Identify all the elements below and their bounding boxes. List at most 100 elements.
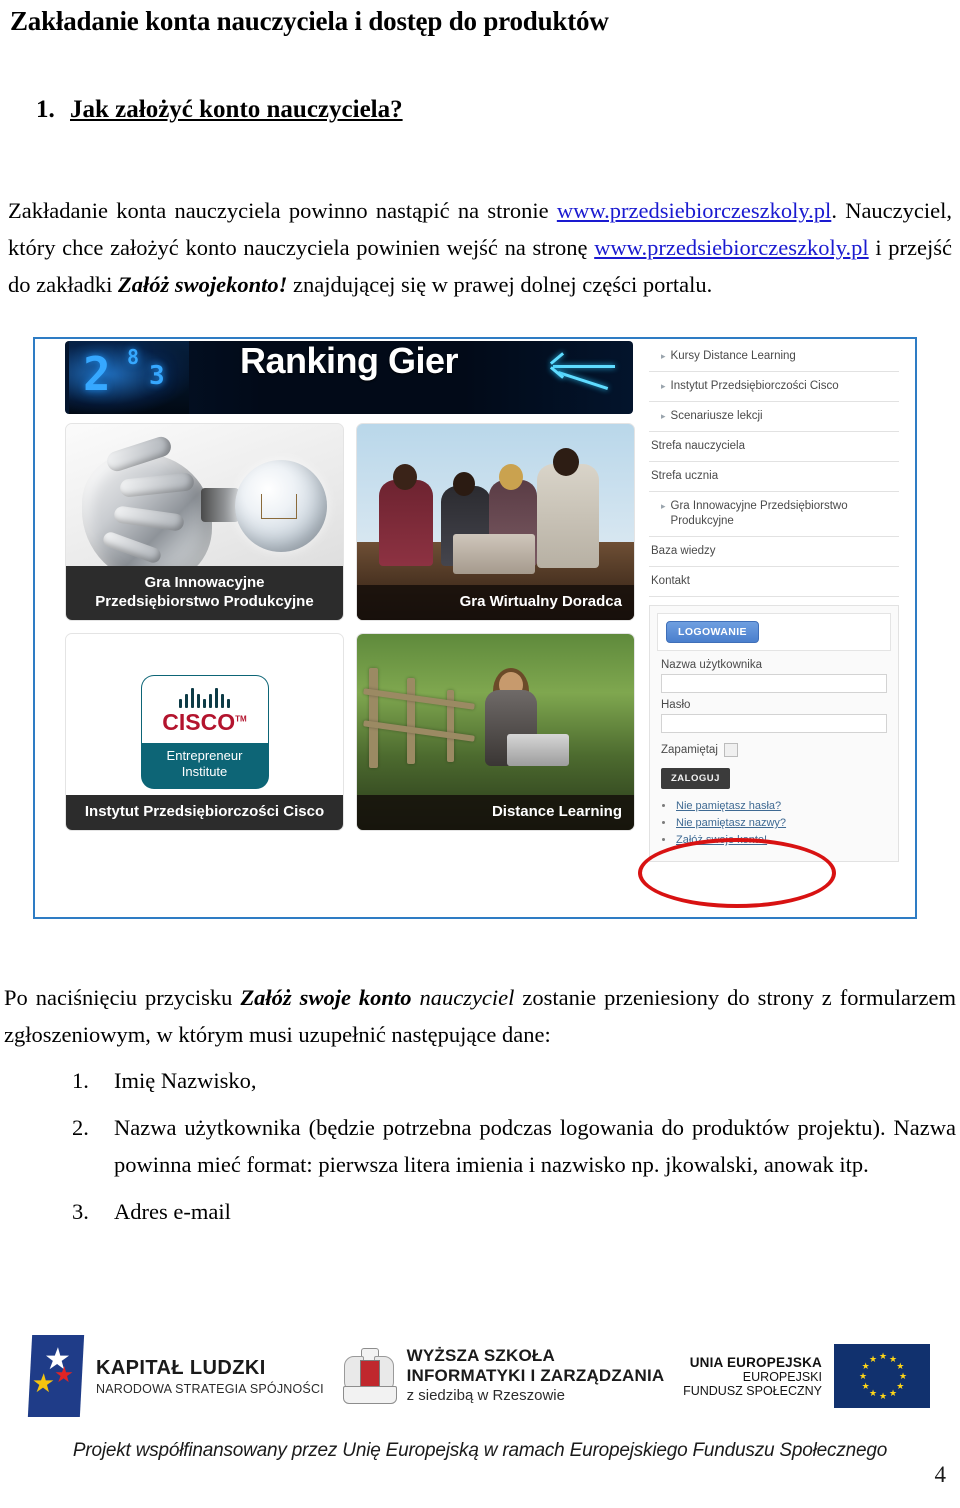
tile-gra-innowacyjne[interactable]: Gra Innowacyjne Przedsiębiorstwo Produkc…: [65, 423, 344, 621]
username-label: Nazwa użytkownika: [661, 659, 762, 671]
eu-star-icon: ★: [898, 1371, 908, 1381]
section-number: 1.: [36, 96, 55, 123]
list-text: Adres e-mail: [114, 1199, 231, 1224]
tile-distance-learning[interactable]: Distance Learning: [356, 633, 635, 831]
list-item: Nie pamiętasz hasła?: [675, 798, 887, 815]
document-page: Zakładanie konta nauczyciela i dostęp do…: [0, 0, 960, 1508]
cisco-subtitle-line1: Entrepreneur: [166, 748, 243, 764]
sidebar-item-label: Baza wiedzy: [651, 545, 716, 557]
chevron-right-icon: ▸: [661, 381, 666, 391]
tile-caption: Gra Wirtualny Doradca: [357, 585, 634, 620]
tile-gra-wirtualny-doradca[interactable]: Gra Wirtualny Doradca: [356, 423, 635, 621]
chevron-right-icon: ▸: [661, 351, 666, 361]
cisco-wordmark: CISCOTM: [148, 709, 262, 735]
section-heading: 1. Jak założyć konto nauczyciela?: [36, 96, 936, 125]
sidebar-item-label: Kontakt: [651, 575, 690, 587]
sidebar-item-strefa-nauczyciela[interactable]: ▸ Strefa nauczyciela: [649, 432, 899, 462]
after-text-1: Po naciśnięciu przycisku: [4, 985, 241, 1010]
after-emphasis-italic: nauczyciel: [411, 985, 515, 1010]
sidebar-item-instytut-cisco[interactable]: ▸ Instytut Przedsiębiorczości Cisco: [649, 372, 899, 402]
screenshot-content: 2 8 3 Ranking Gier Gra Innowacyjne Przed…: [37, 341, 913, 915]
sidebar-item-label: Kursy Distance Learning: [670, 350, 796, 362]
sidebar-item-label: Strefa nauczyciela: [651, 440, 745, 452]
sidebar-item-scenariusze-lekcji[interactable]: ▸ Scenariusze lekcji: [649, 402, 899, 432]
embedded-screenshot: 2 8 3 Ranking Gier Gra Innowacyjne Przed…: [33, 337, 917, 919]
list-item: Nie pamiętasz nazwy?: [675, 815, 887, 832]
create-account-link[interactable]: Załóż swoje konto!: [676, 834, 767, 846]
intro-text-4: znajdującej się w prawej dolnej części p…: [287, 272, 713, 297]
wsiz-crest-icon: [342, 1348, 397, 1404]
eu-star-icon: ★: [858, 1371, 868, 1381]
tile-caption: Instytut Przedsiębiorczości Cisco: [66, 795, 343, 830]
cisco-subtitle-line2: Institute: [181, 764, 228, 780]
unia-europejska-logo: UNIA EUROPEJSKA EUROPEJSKI FUNDUSZ SPOŁE…: [683, 1344, 930, 1408]
sidebar-item-label: Instytut Przedsiębiorczości Cisco: [670, 380, 839, 392]
wsiz-text: WYŻSZA SZKOŁA INFORMATYKI I ZARZĄDZANIA …: [407, 1346, 665, 1406]
eu-star-icon: ★: [878, 1351, 888, 1361]
list-text: Nazwa użytkownika (będzie potrzebna podc…: [114, 1115, 956, 1177]
sidebar-item-strefa-ucznia[interactable]: ▸ Strefa ucznia: [649, 462, 899, 492]
login-panel: LOGOWANIE Nazwa użytkownika Hasło Zapami…: [638, 605, 899, 908]
kapital-ludzki-text: KAPITAŁ LUDZKI NARODOWA STRATEGIA SPÓJNO…: [96, 1357, 324, 1396]
forgot-password-link[interactable]: Nie pamiętasz hasła?: [676, 800, 781, 812]
portal-link-1[interactable]: www.przedsiebiorczeszkoly.pl: [557, 198, 831, 223]
list-item: 3. Adres e-mail: [72, 1193, 956, 1230]
page-number: 4: [934, 1462, 947, 1487]
kapital-ludzki-logo: ★ ★ ★ KAPITAŁ LUDZKI NARODOWA STRATEGIA …: [27, 1335, 324, 1417]
sidebar-nav: ▸ Kursy Distance Learning ▸ Instytut Prz…: [649, 347, 899, 597]
eu-star-icon: ★: [896, 1381, 905, 1391]
tile-caption-line1: Gra Innowacyjne: [144, 574, 265, 591]
after-image-paragraph: Po naciśnięciu przycisku Załóż swoje kon…: [4, 979, 956, 1053]
kapital-ludzki-line2: NARODOWA STRATEGIA SPÓJNOŚCI: [96, 1381, 324, 1396]
list-marker: 1.: [72, 1068, 89, 1093]
eu-star-icon: ★: [888, 1353, 898, 1364]
tile-instytut-cisco[interactable]: CISCOTM Entrepreneur Institute Instytut …: [65, 633, 344, 831]
page-title: Zakładanie konta nauczyciela i dostęp do…: [10, 6, 609, 36]
zaloguj-button[interactable]: ZALOGUJ: [661, 768, 730, 789]
eu-star-icon: ★: [878, 1391, 888, 1401]
remember-label: Zapamiętaj: [661, 744, 718, 756]
tiles-column-left: Gra Innowacyjne Przedsiębiorstwo Produkc…: [65, 423, 344, 831]
footer-caption: Projekt współfinansowany przez Unię Euro…: [72, 1440, 888, 1461]
cisco-bars-icon: [148, 686, 262, 708]
tile-caption-line2: Przedsiębiorstwo Produkcyjne: [95, 593, 314, 610]
requirements-list: 1. Imię Nazwisko, 2. Nazwa użytkownika (…: [72, 1062, 956, 1240]
eu-star-icon: ★: [888, 1388, 898, 1399]
tiles-column-right: Gra Wirtualny Doradca Distance Learning: [356, 423, 635, 831]
screenshot-sidebar: ▸ Kursy Distance Learning ▸ Instytut Prz…: [637, 341, 913, 915]
kapital-ludzki-line1: KAPITAŁ LUDZKI: [96, 1356, 266, 1379]
sidebar-item-kontakt[interactable]: ▸ Kontakt: [649, 567, 899, 597]
login-links: Nie pamiętasz hasła? Nie pamiętasz nazwy…: [661, 798, 887, 849]
list-item: 2. Nazwa użytkownika (będzie potrzebna p…: [72, 1109, 956, 1183]
intro-text-1: Zakładanie konta nauczyciela powinno nas…: [8, 198, 557, 223]
footer-logos: ★ ★ ★ KAPITAŁ LUDZKI NARODOWA STRATEGIA …: [27, 1322, 930, 1430]
username-input[interactable]: [661, 674, 887, 693]
eu-star-icon: ★: [868, 1388, 878, 1399]
eu-star-icon: ★: [868, 1353, 878, 1364]
unia-line2: EUROPEJSKI: [742, 1369, 822, 1384]
banner-arrows-icon: [547, 349, 627, 409]
after-emphasis-bold: Załóż swoje konto: [240, 985, 412, 1010]
password-label: Hasło: [661, 699, 691, 711]
cisco-subtitle: Entrepreneur Institute: [142, 743, 268, 788]
remember-row: Zapamiętaj: [661, 743, 887, 757]
password-input[interactable]: [661, 714, 887, 733]
chevron-right-icon: ▸: [661, 411, 666, 421]
ranking-gier-banner[interactable]: 2 8 3 Ranking Gier: [65, 341, 633, 414]
logowanie-tab[interactable]: LOGOWANIE: [666, 621, 759, 643]
tile-caption: Gra Innowacyjne Przedsiębiorstwo Produkc…: [66, 566, 343, 620]
intro-paragraph: Zakładanie konta nauczyciela powinno nas…: [8, 192, 952, 303]
sidebar-item-baza-wiedzy[interactable]: ▸ Baza wiedzy: [649, 537, 899, 567]
sidebar-item-kursy-distance-learning[interactable]: ▸ Kursy Distance Learning: [649, 347, 899, 372]
list-text: Imię Nazwisko,: [114, 1068, 257, 1093]
intro-emphasis: Załóż swojekonto!: [117, 272, 288, 297]
forgot-username-link[interactable]: Nie pamiętasz nazwy?: [676, 817, 786, 829]
remember-checkbox[interactable]: [723, 743, 738, 757]
list-marker: 3.: [72, 1199, 89, 1224]
wsiz-line2: INFORMATYKI I ZARZĄDZANIA: [406, 1366, 665, 1385]
sidebar-item-label: Gra Innowacyjne Przedsiębiorstwo Produkc…: [670, 500, 848, 527]
list-marker: 2.: [72, 1115, 89, 1140]
portal-link-2[interactable]: www.przedsiebiorczeszkoly.pl: [594, 235, 868, 260]
list-item: Załóż swoje konto!: [675, 832, 887, 849]
sidebar-item-gra-innowacyjne[interactable]: ▸ Gra Innowacyjne Przedsiębiorstwo Produ…: [649, 492, 899, 537]
